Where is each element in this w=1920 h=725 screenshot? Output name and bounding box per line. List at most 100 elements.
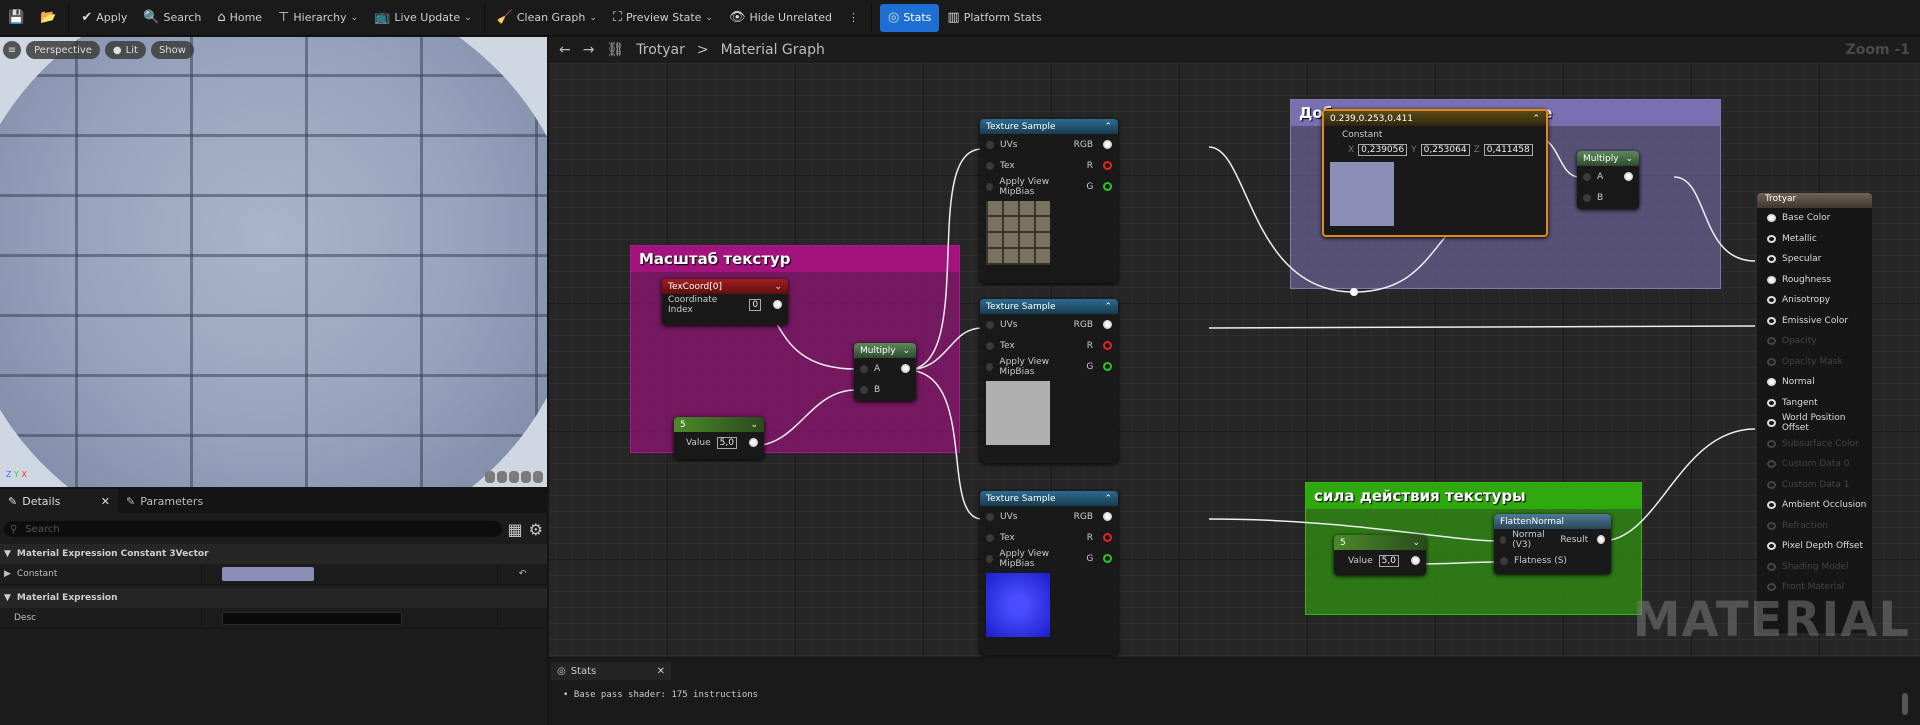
node-texcoord[interactable]: TexCoord[0] ⌄ Coordinate Index 0: [662, 279, 788, 325]
tab-details[interactable]: ✎ Details ✕: [0, 489, 118, 513]
collapse-icon[interactable]: ⌃: [1104, 494, 1112, 504]
browse-button[interactable]: 📂: [32, 4, 64, 32]
lit-button[interactable]: ● Lit: [104, 41, 146, 59]
result-pin-row[interactable]: Ambient Occlusion: [1757, 495, 1872, 516]
input-pin[interactable]: [1767, 583, 1776, 592]
input-pin[interactable]: [986, 362, 994, 371]
material-graph[interactable]: ← → ⛓ Trotyar > Material Graph Zoom -1 М…: [549, 37, 1920, 657]
input-pin[interactable]: [1767, 542, 1776, 551]
input-pin[interactable]: [1583, 193, 1591, 202]
close-icon[interactable]: ✕: [101, 495, 110, 508]
cube-preview-button[interactable]: [521, 471, 531, 483]
category-constant-3vector[interactable]: ▼ Material Expression Constant 3Vector: [0, 544, 547, 564]
input-pin[interactable]: [1767, 337, 1776, 346]
result-pin-row[interactable]: Opacity Mask: [1757, 352, 1872, 373]
gear-icon[interactable]: ⚙: [529, 520, 543, 539]
input-pin[interactable]: [1767, 255, 1776, 264]
reset-to-default-icon[interactable]: ↶: [497, 564, 547, 584]
input-pin[interactable]: [986, 182, 994, 191]
result-pin-row[interactable]: Refraction: [1757, 516, 1872, 537]
input-pin[interactable]: [986, 341, 994, 350]
input-pin[interactable]: [1500, 535, 1507, 544]
input-pin[interactable]: [1767, 501, 1776, 510]
output-pin[interactable]: [1103, 362, 1113, 371]
chevron-down-icon[interactable]: ⌄: [750, 420, 758, 430]
node-material-result[interactable]: Trotyar Base Color Metallic Specular Roughn…: [1757, 193, 1872, 633]
input-pin[interactable]: [986, 554, 994, 563]
scalar-value-input[interactable]: 5,0: [716, 436, 737, 449]
result-pin-row[interactable]: Roughness: [1757, 270, 1872, 291]
collapse-icon[interactable]: ⌃: [1104, 122, 1112, 132]
desc-input[interactable]: [222, 611, 402, 625]
result-pin-row[interactable]: Tangent: [1757, 393, 1872, 414]
node-constant-3vector[interactable]: 0.239,0.253,0.411 ⌃ Constant X 0,239056 Y0…: [1322, 109, 1548, 237]
scrollbar[interactable]: [1902, 693, 1908, 715]
breadcrumb-asset[interactable]: Trotyar: [636, 42, 685, 58]
input-pin[interactable]: [1767, 419, 1776, 428]
stats-button[interactable]: ◎ Stats: [879, 3, 940, 32]
result-pin-row[interactable]: Emissive Color: [1757, 311, 1872, 332]
node-flatten-normal[interactable]: FlattenNormal Normal (V3) Result Flatness…: [1494, 514, 1611, 574]
input-pin[interactable]: [1767, 439, 1776, 448]
result-pin-row[interactable]: Subsurface Color: [1757, 434, 1872, 455]
tab-stats[interactable]: ◎ Stats ✕: [551, 662, 671, 680]
node-multiply[interactable]: Multiply ⌄ A B: [1577, 151, 1639, 209]
input-pin[interactable]: [986, 140, 994, 149]
node-scalar-5[interactable]: 5 ⌄ Value 5,0: [1334, 535, 1426, 575]
sphere-preview-button[interactable]: [497, 471, 507, 483]
output-pin[interactable]: [1103, 341, 1112, 350]
input-pin[interactable]: [1767, 214, 1776, 223]
apply-button[interactable]: ✔ Apply: [73, 4, 135, 32]
save-button[interactable]: 💾: [0, 4, 32, 32]
cylinder-preview-button[interactable]: [485, 471, 495, 483]
result-pin-row[interactable]: Custom Data 0: [1757, 454, 1872, 475]
tab-parameters[interactable]: ✎ Parameters: [118, 489, 236, 513]
collapse-icon[interactable]: ⌃: [1532, 114, 1540, 124]
node-texture-sample[interactable]: Texture Sample ⌃ UVs RGB Tex R Apply View M…: [980, 119, 1118, 283]
more-options-button[interactable]: ⋮: [840, 4, 867, 32]
constant-z-input[interactable]: 0,411458: [1483, 144, 1533, 156]
perspective-button[interactable]: Perspective: [26, 41, 100, 59]
input-pin[interactable]: [860, 385, 868, 394]
forward-arrow-icon[interactable]: →: [583, 42, 595, 58]
constant-x-input[interactable]: 0,239056: [1358, 144, 1408, 156]
output-pin[interactable]: [773, 300, 782, 309]
preview-state-button[interactable]: ⛶ Preview State ⌄: [605, 4, 721, 32]
result-pin-row[interactable]: Custom Data 1: [1757, 475, 1872, 496]
preview-viewport[interactable]: ≡ Perspective ● Lit Show Z Y X: [0, 37, 547, 487]
output-pin[interactable]: [1103, 182, 1113, 191]
viewport-menu-button[interactable]: ≡: [3, 41, 21, 59]
table-view-icon[interactable]: ▦: [508, 520, 523, 539]
input-pin[interactable]: [986, 533, 994, 542]
node-scalar-5[interactable]: 5 ⌄ Value 5,0: [674, 417, 764, 459]
node-texture-sample[interactable]: Texture Sample ⌃ UVs RGB Tex R Apply View M…: [980, 299, 1118, 463]
home-button[interactable]: ⌂ Home: [209, 4, 270, 32]
caret-right-icon[interactable]: ▶: [4, 569, 11, 579]
input-pin[interactable]: [1767, 460, 1776, 469]
input-pin[interactable]: [1767, 296, 1776, 305]
input-pin[interactable]: [1767, 398, 1776, 407]
input-pin[interactable]: [1767, 316, 1776, 325]
output-pin[interactable]: [1103, 554, 1113, 563]
result-pin-row[interactable]: Pixel Depth Offset: [1757, 536, 1872, 557]
output-pin[interactable]: [1411, 556, 1420, 565]
back-arrow-icon[interactable]: ←: [559, 42, 571, 58]
output-pin[interactable]: [1597, 535, 1605, 544]
node-multiply[interactable]: Multiply ⌄ A B: [854, 343, 916, 401]
category-material-expression[interactable]: ▼ Material Expression: [0, 588, 547, 608]
input-pin[interactable]: [1767, 521, 1776, 530]
chevron-down-icon[interactable]: ⌄: [774, 282, 782, 292]
coordinate-index-input[interactable]: 0: [749, 298, 762, 311]
platform-stats-button[interactable]: ▥ Platform Stats: [939, 4, 1049, 32]
input-pin[interactable]: [986, 320, 994, 329]
input-pin[interactable]: [986, 161, 994, 170]
result-pin-row[interactable]: Metallic: [1757, 229, 1872, 250]
output-pin[interactable]: [1103, 161, 1112, 170]
result-pin-row[interactable]: Opacity: [1757, 331, 1872, 352]
output-pin[interactable]: [1103, 512, 1112, 521]
scalar-value-input[interactable]: 5,0: [1378, 554, 1399, 567]
result-pin-row[interactable]: Specular: [1757, 249, 1872, 270]
hierarchy-button[interactable]: ⊤ Hierarchy ⌄: [270, 4, 366, 32]
chevron-down-icon[interactable]: ⌄: [1412, 538, 1420, 548]
chevron-down-icon[interactable]: ⌄: [902, 346, 910, 356]
